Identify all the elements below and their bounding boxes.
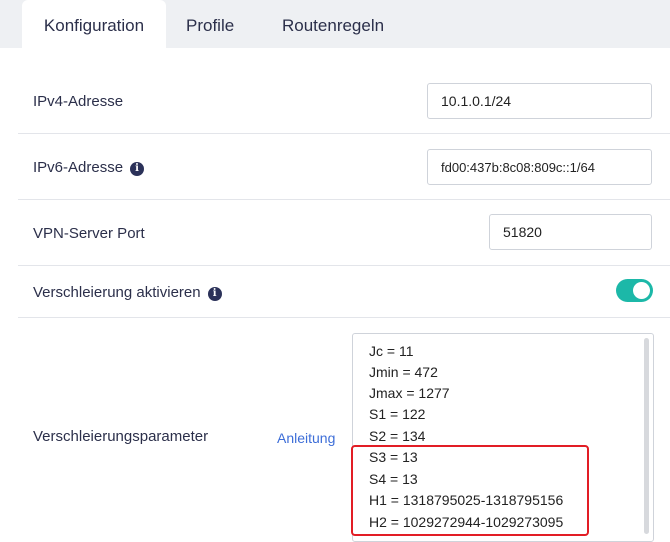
info-icon[interactable]: i bbox=[207, 287, 222, 301]
ipv6-row: IPv6-Adresse i bbox=[18, 134, 670, 200]
tab-bar: Konfiguration Profile Routenregeln bbox=[0, 0, 670, 48]
ipv4-input[interactable] bbox=[427, 83, 652, 119]
textarea-scrollbar[interactable] bbox=[644, 338, 649, 534]
param-line: S1 = 122 bbox=[369, 406, 426, 422]
info-icon[interactable]: i bbox=[130, 162, 145, 176]
obfuscation-params-label: Verschleierungsparameter bbox=[33, 428, 209, 445]
obfuscation-toggle[interactable] bbox=[616, 279, 653, 302]
guide-link[interactable]: Anleitung bbox=[277, 430, 335, 446]
ipv4-label: IPv4-Adresse bbox=[33, 93, 124, 110]
highlight-box bbox=[351, 445, 589, 536]
tab-konfiguration[interactable]: Konfiguration bbox=[22, 0, 166, 48]
vpn-port-label: VPN-Server Port bbox=[33, 225, 145, 242]
vpn-port-input[interactable] bbox=[489, 214, 652, 250]
obfuscation-row: Verschleierung aktivieren i bbox=[18, 266, 670, 318]
ipv6-label-wrap: IPv6-Adresse i bbox=[33, 159, 145, 176]
obfuscation-label-wrap: Verschleierung aktivieren i bbox=[33, 284, 222, 301]
ipv4-row: IPv4-Adresse bbox=[18, 68, 670, 134]
obfuscation-label: Verschleierung aktivieren bbox=[33, 284, 201, 301]
vpn-port-row: VPN-Server Port bbox=[18, 200, 670, 266]
param-line: Jc = 11 bbox=[369, 343, 414, 359]
param-line: Jmin = 472 bbox=[369, 364, 438, 380]
toggle-knob bbox=[633, 282, 650, 299]
ipv6-label: IPv6-Adresse bbox=[33, 159, 124, 176]
tab-profile[interactable]: Profile bbox=[186, 0, 234, 48]
param-line: S2 = 134 bbox=[369, 428, 426, 444]
tab-routenregeln[interactable]: Routenregeln bbox=[282, 0, 384, 48]
ipv6-input[interactable] bbox=[427, 149, 652, 185]
param-line: Jmax = 1277 bbox=[369, 385, 450, 401]
